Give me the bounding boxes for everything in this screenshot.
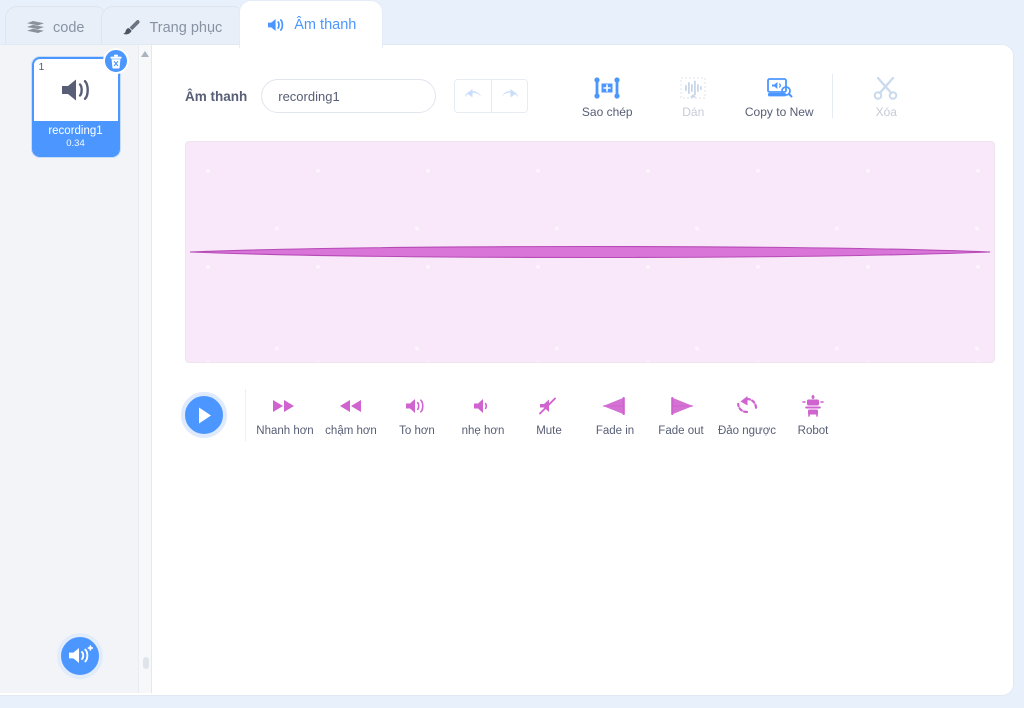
effect-louder[interactable]: To hơn [384,394,450,437]
delete-button[interactable]: Xóa [843,74,929,119]
play-button[interactable] [181,392,227,438]
effect-fade-out-label: Fade out [658,424,704,437]
effect-reverse[interactable]: Đảo ngược [714,394,780,437]
effect-robot-label: Robot [797,424,829,437]
mute-icon [537,394,561,418]
undo-icon [464,89,481,98]
delete-sound-button[interactable] [102,48,129,74]
undo-redo-group [454,79,529,113]
effect-robot[interactable]: Robot [780,394,846,437]
waveform-display[interactable] [185,141,995,363]
delete-button-label: Xóa [875,104,897,119]
effect-softer-label: nhẹ hơn [461,424,505,437]
volume-down-icon [472,394,494,418]
rewind-icon [338,394,364,418]
tab-sounds[interactable]: Âm thanh [239,0,384,48]
effect-slower-label: chậm hơn [325,424,377,437]
redo-button[interactable] [491,80,528,112]
editor-actions: Sao chép Dán Copy to New Xóa [564,74,929,119]
sound-selector: 1 recording1 0.34 [0,45,152,693]
tab-code[interactable]: code [5,6,108,48]
sound-editor: Âm thanh recording1 Sao chép Dán Copy to… [153,45,1013,695]
copy-to-new-button-label: Copy to New [744,104,814,119]
trash-icon [109,54,122,68]
sound-name-input[interactable] [261,79,437,113]
effect-fade-out[interactable]: Fade out [648,394,714,437]
robot-icon [802,394,824,418]
waveform-path [189,245,991,259]
undo-button[interactable] [455,80,492,112]
sound-editor-app: code Trang phục Âm thanh 1 recording1 0.… [0,0,1024,708]
sound-index: 1 [38,61,45,73]
effect-mute[interactable]: Mute [516,394,582,437]
effect-mute-label: Mute [536,424,562,437]
effect-reverse-label: Đảo ngược [717,424,777,437]
tab-costumes-label: Trang phục [149,19,223,36]
fade-out-icon [667,394,695,418]
scroll-up-arrow-icon[interactable] [141,51,149,57]
effect-fade-in-label: Fade in [595,424,635,437]
effect-faster[interactable]: Nhanh hơn [252,394,318,437]
fast-forward-icon [272,394,298,418]
editor-toolbar: Âm thanh recording1 Sao chép Dán Copy to… [153,45,1013,127]
effect-louder-label: To hơn [399,424,435,437]
play-icon [198,407,211,423]
add-sound-button[interactable] [57,633,103,679]
copy-to-new-button[interactable]: Copy to New [736,74,822,119]
speaker-icon [266,17,286,33]
paste-button-label: Dán [682,104,705,119]
effect-slower[interactable]: chậm hơn [318,394,384,437]
tab-costumes[interactable]: Trang phục [101,6,246,48]
selector-scrollbar[interactable] [138,45,151,693]
sound-thumb-speaker-icon [61,79,89,101]
main-panel: 1 recording1 0.34 Âm thanh recording1 Sa… [0,44,1014,696]
paste-icon [678,76,708,100]
add-sound-icon [69,645,93,663]
redo-icon [502,89,519,98]
effect-faster-label: Nhanh hơn [256,424,314,437]
copy-icon [592,76,622,100]
blocks-icon [26,20,45,35]
list-item[interactable]: 1 recording1 0.34 [31,48,129,157]
paste-button[interactable]: Dán [650,74,736,119]
tab-sounds-label: Âm thanh [294,16,357,33]
effect-fade-in[interactable]: Fade in [582,394,648,437]
tab-code-label: code [53,19,85,36]
effects-divider [245,389,246,441]
reverse-icon [735,394,759,418]
sound-meta: recording1 0.34 [33,121,118,155]
volume-up-icon [404,394,430,418]
fade-in-icon [601,394,629,418]
tab-bar: code Trang phục Âm thanh [0,0,1024,48]
copy-button[interactable]: Sao chép [564,74,650,119]
copy-button-label: Sao chép [581,104,633,119]
sound-name: recording1 [48,125,103,137]
effects-toolbar: Nhanh hơn chậm hơn To hơn nhẹ hơn Mute F… [153,363,1013,441]
action-divider [832,74,834,118]
paintbrush-icon [122,19,141,36]
effect-softer[interactable]: nhẹ hơn [450,394,516,437]
sound-name-label: Âm thanh [185,88,248,104]
scrollbar-thumb[interactable] [142,657,149,669]
sound-duration: 0.34 [66,138,85,149]
scissors-icon [873,76,899,100]
waveform-canvas [189,245,991,259]
copy-to-new-icon [764,76,794,100]
